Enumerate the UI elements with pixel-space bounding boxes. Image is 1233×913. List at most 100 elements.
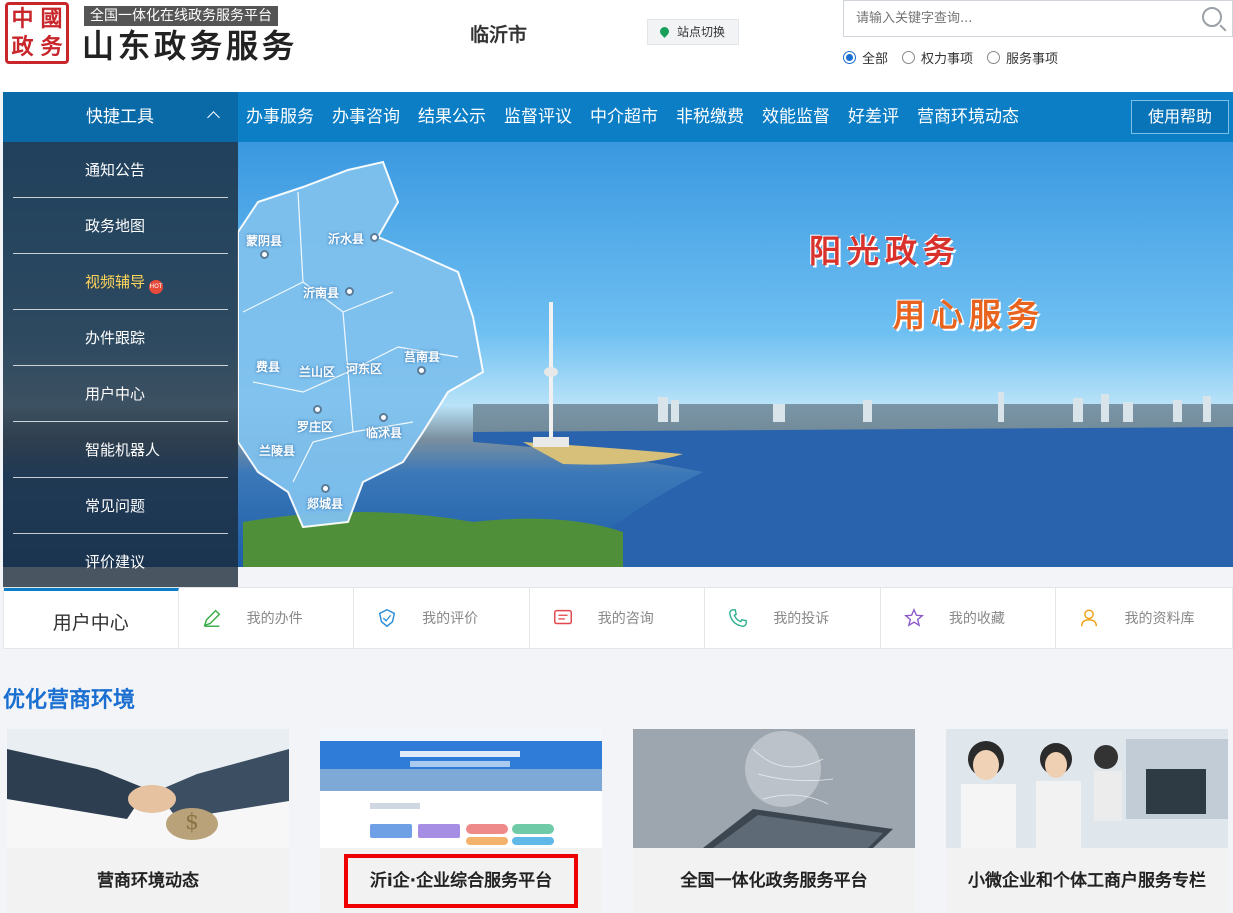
map-marker bbox=[345, 287, 354, 296]
nav-item-services[interactable]: 办事服务 bbox=[246, 92, 314, 142]
quick-tool-robot[interactable]: 智能机器人 bbox=[13, 422, 228, 478]
card-business-news[interactable]: $ 营商环境动态 bbox=[7, 729, 289, 913]
location-pin-icon bbox=[658, 25, 671, 38]
site-switch-button[interactable]: 站点切换 bbox=[647, 19, 739, 45]
quick-tool-feedback[interactable]: 评价建议 bbox=[13, 534, 228, 590]
nav-item-results[interactable]: 结果公示 bbox=[418, 92, 486, 142]
search-box bbox=[843, 0, 1233, 37]
map-label[interactable]: 临沭县 bbox=[366, 424, 402, 441]
filter-label: 全部 bbox=[862, 52, 889, 67]
my-cases-link[interactable]: 我的办件 bbox=[179, 588, 355, 648]
user-center-bar: 用户中心 我的办件 我的评价 我的咨询 我的投诉 我的收藏 我的资料库 bbox=[3, 587, 1233, 649]
quick-tool-notices[interactable]: 通知公告 bbox=[13, 142, 228, 198]
quick-tool-label: 常见问题 bbox=[85, 497, 146, 515]
map-label[interactable]: 郯城县 bbox=[307, 495, 343, 512]
radio-icon bbox=[843, 51, 856, 64]
banner-slogan-secondary: 用心服务 bbox=[893, 296, 1046, 334]
map-marker bbox=[260, 250, 269, 259]
section-title: 优化营商环境 bbox=[3, 688, 136, 713]
seal-char: 政 bbox=[11, 34, 34, 60]
seal-logo[interactable]: 中 國 政 务 bbox=[5, 2, 69, 64]
map-label[interactable]: 罗庄区 bbox=[297, 418, 333, 435]
nav-item-supervision[interactable]: 监督评议 bbox=[504, 92, 572, 142]
map-label[interactable]: 河东区 bbox=[346, 360, 382, 377]
card-caption: 全国一体化政务服务平台 bbox=[680, 871, 868, 891]
card-caption: 沂i企·企业综合服务平台 bbox=[343, 854, 579, 908]
card-national-platform[interactable]: 全国一体化政务服务平台 bbox=[633, 729, 915, 913]
user-center-label: 我的评价 bbox=[422, 611, 479, 627]
map-marker bbox=[321, 484, 330, 493]
shield-icon bbox=[378, 608, 396, 628]
quick-tool-faq[interactable]: 常见问题 bbox=[13, 478, 228, 534]
platform-tagline: 全国一体化在线政务服务平台 bbox=[84, 6, 278, 26]
site-title[interactable]: 山东政务服务 bbox=[82, 28, 298, 64]
my-favorites-link[interactable]: 我的收藏 bbox=[881, 588, 1057, 648]
quick-tool-user-center[interactable]: 用户中心 bbox=[13, 366, 228, 422]
user-center-label: 我的投诉 bbox=[773, 611, 830, 627]
my-complaints-link[interactable]: 我的投诉 bbox=[705, 588, 881, 648]
map-marker bbox=[370, 233, 379, 242]
map-marker bbox=[313, 405, 322, 414]
my-documents-link[interactable]: 我的资料库 bbox=[1056, 588, 1232, 648]
card-image-tablet bbox=[633, 729, 915, 848]
nav-item-business-news[interactable]: 营商环境动态 bbox=[917, 92, 1019, 142]
user-center-label: 我的收藏 bbox=[948, 611, 1005, 627]
map-label[interactable]: 莒南县 bbox=[404, 348, 440, 365]
star-icon bbox=[903, 608, 924, 627]
map-label[interactable]: 蒙阴县 bbox=[246, 232, 282, 249]
quick-tool-label: 评价建议 bbox=[85, 553, 146, 571]
search-filter-group: 全部 权力事项 服务事项 bbox=[843, 48, 1058, 67]
phone-icon bbox=[729, 609, 748, 627]
card-yiqi-platform[interactable]: 沂i企·企业综合服务平台 bbox=[320, 729, 602, 913]
card-image-call-center bbox=[946, 729, 1228, 848]
site-switch-label: 站点切换 bbox=[677, 25, 726, 39]
help-button[interactable]: 使用帮助 bbox=[1131, 100, 1229, 134]
card-caption: 小微企业和个体工商户服务专栏 bbox=[968, 871, 1206, 891]
filter-label: 权力事项 bbox=[921, 52, 974, 67]
filter-power-items[interactable]: 权力事项 bbox=[902, 48, 973, 67]
quick-tool-video-guide[interactable]: 视频辅导 HOT bbox=[13, 254, 228, 310]
quick-tool-label: 视频辅导 bbox=[85, 273, 146, 291]
quick-tool-label: 通知公告 bbox=[85, 161, 146, 179]
card-image-platform-screenshot bbox=[320, 729, 602, 848]
search-input[interactable] bbox=[844, 1, 1184, 36]
filter-all[interactable]: 全部 bbox=[843, 48, 888, 67]
quick-tool-service-map[interactable]: 政务地图 bbox=[13, 198, 228, 254]
map-label[interactable]: 沂南县 bbox=[303, 284, 339, 301]
radio-icon bbox=[987, 51, 1001, 64]
nav-item-efficiency[interactable]: 效能监督 bbox=[762, 92, 830, 142]
seal-char: 中 bbox=[11, 6, 34, 32]
pencil-icon bbox=[203, 609, 220, 627]
my-consultations-link[interactable]: 我的咨询 bbox=[530, 588, 706, 648]
nav-item-consult[interactable]: 办事咨询 bbox=[332, 92, 400, 142]
my-reviews-link[interactable]: 我的评价 bbox=[354, 588, 530, 648]
nav-item-rating[interactable]: 好差评 bbox=[848, 92, 899, 142]
nav-item-non-tax-payment[interactable]: 非税缴费 bbox=[676, 92, 744, 142]
map-marker bbox=[417, 366, 426, 375]
map-label[interactable]: 沂水县 bbox=[328, 230, 364, 247]
nav-item-agency-market[interactable]: 中介超市 bbox=[590, 92, 658, 142]
hot-badge-icon: HOT bbox=[149, 280, 164, 294]
quick-tool-case-tracking[interactable]: 办件跟踪 bbox=[13, 310, 228, 366]
filter-service-items[interactable]: 服务事项 bbox=[987, 48, 1058, 67]
nav-menu: 办事服务 办事咨询 结果公示 监督评议 中介超市 非税缴费 效能监督 好差评 营… bbox=[246, 92, 1037, 142]
quick-tools-toggle[interactable]: 快捷工具 bbox=[3, 92, 238, 142]
map-label[interactable]: 费县 bbox=[256, 358, 280, 375]
map-label[interactable]: 兰山区 bbox=[299, 363, 335, 380]
card-small-business[interactable]: 小微企业和个体工商户服务专栏 bbox=[946, 729, 1228, 913]
map-label[interactable]: 兰陵县 bbox=[259, 442, 295, 459]
user-center-title[interactable]: 用户中心 bbox=[4, 588, 179, 648]
main-nav: 快捷工具 办事服务 办事咨询 结果公示 监督评议 中介超市 非税缴费 效能监督 … bbox=[3, 92, 1233, 142]
radio-icon bbox=[902, 51, 916, 64]
current-city: 临沂市 bbox=[470, 24, 528, 46]
map-marker bbox=[379, 413, 388, 422]
svg-text:$: $ bbox=[185, 810, 199, 835]
chevron-up-icon bbox=[207, 111, 220, 124]
search-icon[interactable] bbox=[1202, 7, 1222, 27]
quick-tools-menu: 通知公告 政务地图 视频辅导 HOT 办件跟踪 用户中心 智能机器人 常见问题 评… bbox=[3, 142, 238, 587]
banner-slogan-primary: 阳光政务 bbox=[809, 232, 962, 270]
message-icon bbox=[553, 609, 572, 625]
seal-char: 务 bbox=[40, 34, 63, 60]
user-center-label: 我的资料库 bbox=[1124, 611, 1195, 627]
site-header: 中 國 政 务 全国一体化在线政务服务平台 山东政务服务 临沂市 站点切换 全部… bbox=[0, 0, 1233, 92]
